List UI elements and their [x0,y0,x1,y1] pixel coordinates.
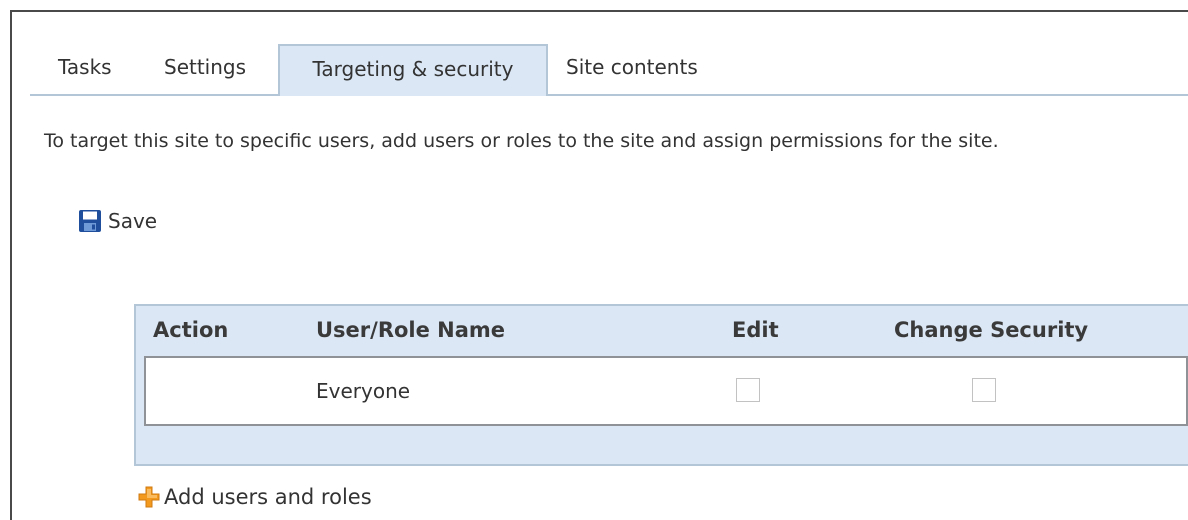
column-header-change-security: Change Security [894,318,1089,342]
tab-site-contents[interactable]: Site contents [566,44,698,94]
column-header-user-role-name: User/Role Name [316,318,506,342]
tab-tasks[interactable]: Tasks [58,44,112,94]
tab-targeting-security[interactable]: Targeting & security [278,44,548,96]
plus-icon [138,486,160,508]
save-label: Save [108,209,158,233]
site-settings-panel: Tasks Settings Targeting & security Site… [10,10,1188,520]
tab-bar: Tasks Settings Targeting & security Site… [30,44,1188,96]
floppy-disk-icon [78,209,102,233]
add-users-and-roles-link[interactable]: Add users and roles [138,482,372,512]
permissions-table: Action User/Role Name Edit Change Securi… [134,304,1188,466]
column-header-action: Action [153,318,229,342]
add-users-label: Add users and roles [164,485,372,509]
table-row: Everyone [144,356,1188,426]
tab-underline [30,94,1188,96]
save-button[interactable]: Save [78,206,157,236]
tab-settings[interactable]: Settings [164,44,246,94]
edit-checkbox[interactable] [736,378,760,402]
user-role-name-cell: Everyone [316,379,411,403]
column-header-edit: Edit [732,318,779,342]
page-description: To target this site to specific users, a… [44,130,999,152]
change-security-checkbox[interactable] [972,378,996,402]
